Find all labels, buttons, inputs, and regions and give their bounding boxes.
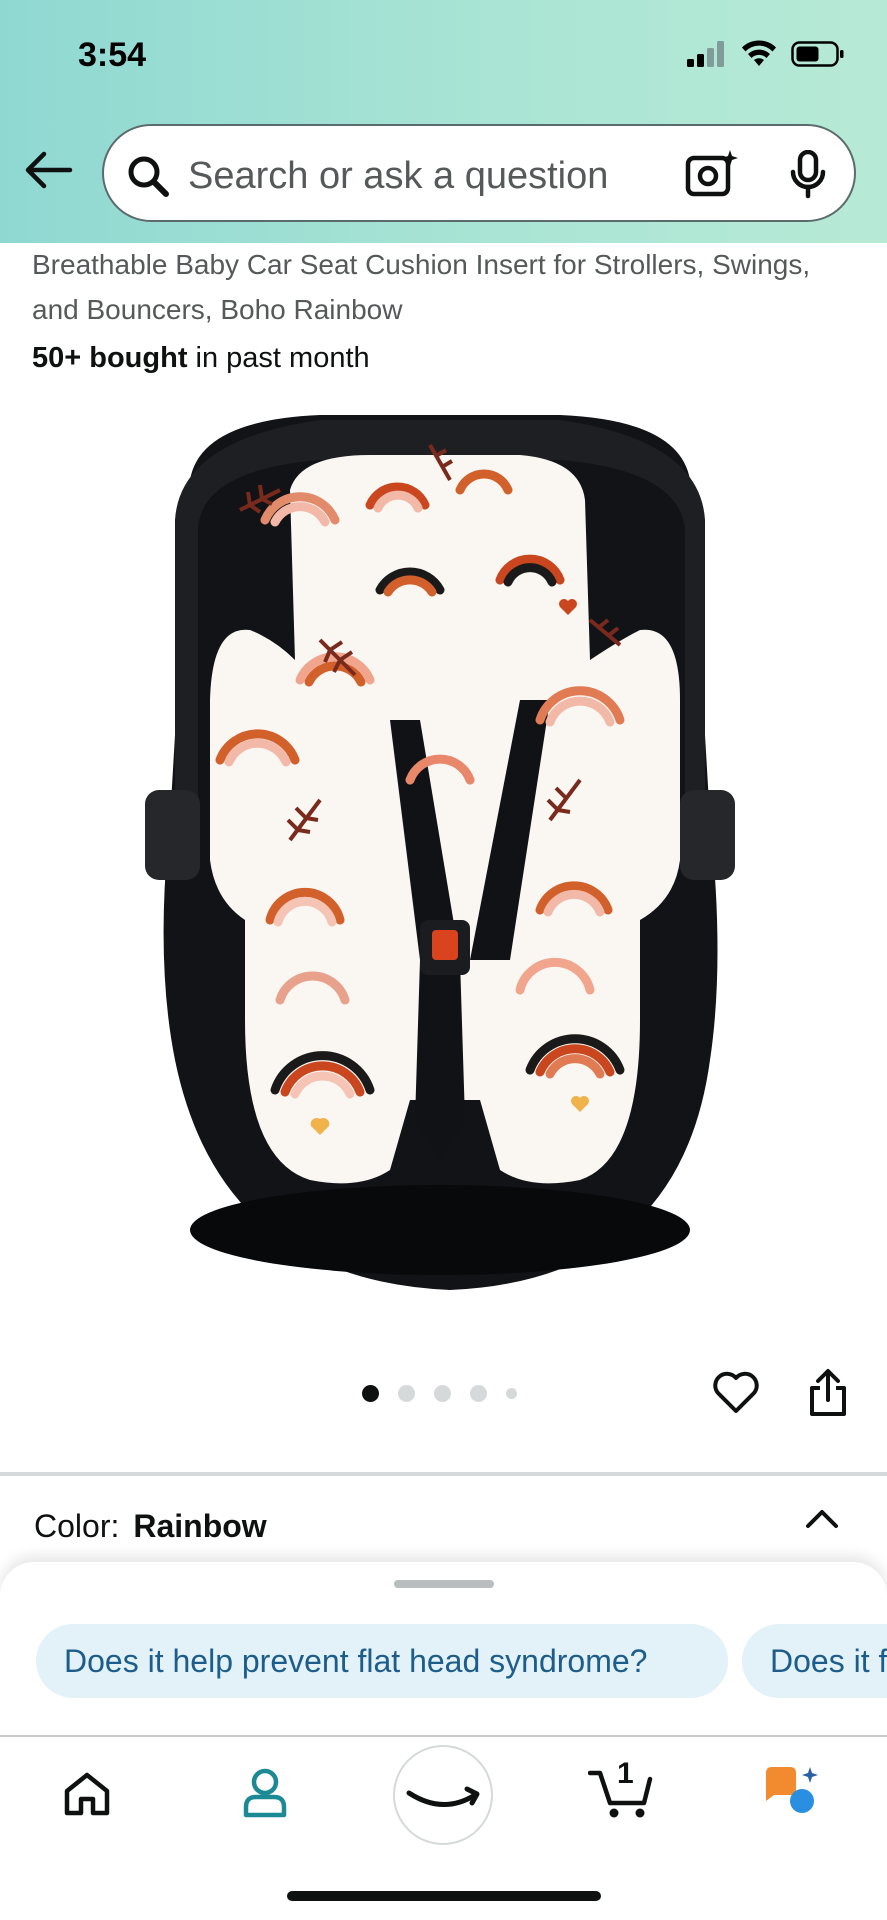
status-time: 3:54: [78, 36, 147, 74]
suggestion-chip[interactable]: Does it help prevent flat head syndrome?: [36, 1624, 728, 1698]
color-variant-row[interactable]: Color: Rainbow: [34, 1508, 267, 1545]
buckle: [432, 930, 458, 960]
handle-pivot-left: [145, 790, 200, 880]
product-title-line-2: and Bouncers, Boho Rainbow: [32, 294, 403, 325]
nav-home[interactable]: [62, 1771, 112, 1822]
nav-rufus[interactable]: [762, 1765, 822, 1822]
rufus-suggestions-sheet: Does it help prevent flat head syndrome?…: [0, 1562, 887, 1737]
image-carousel-dots: [362, 1385, 517, 1402]
bought-count: 50+ bought in past month: [32, 342, 370, 375]
search-bar[interactable]: Search or ask a question: [102, 124, 856, 222]
app-header: 3:54 Search or ask a question: [0, 0, 887, 243]
bought-count-rest: in past month: [195, 342, 370, 374]
home-indicator: [287, 1891, 601, 1901]
back-arrow-icon: [25, 151, 73, 189]
cart-count-badge: 1: [617, 1757, 634, 1790]
camera-icon[interactable]: [684, 148, 740, 200]
suggestion-chip[interactable]: Does it f: [742, 1624, 887, 1698]
nav-amazon-home[interactable]: [393, 1745, 493, 1845]
bought-count-bold: 50+ bought: [32, 342, 188, 374]
nav-account[interactable]: [242, 1767, 288, 1824]
handle-pivot-right: [680, 790, 735, 880]
color-value: Rainbow: [133, 1508, 267, 1544]
wifi-icon: [742, 40, 776, 66]
add-to-list-button[interactable]: [712, 1370, 760, 1419]
share-icon: [810, 1369, 846, 1416]
product-image[interactable]: [120, 400, 760, 1320]
account-icon: [243, 1768, 287, 1818]
search-icon: [128, 156, 169, 197]
section-divider: [0, 1472, 887, 1476]
carousel-dot-4[interactable]: [470, 1385, 487, 1402]
carousel-dot-1[interactable]: [362, 1385, 379, 1402]
home-icon: [64, 1772, 110, 1816]
amazon-smile-icon: [406, 1786, 480, 1807]
carousel-dot-5[interactable]: [506, 1388, 517, 1399]
carousel-dot-2[interactable]: [398, 1385, 415, 1402]
carousel-dot-3[interactable]: [434, 1385, 451, 1402]
back-button[interactable]: [22, 150, 78, 200]
mic-icon[interactable]: [788, 150, 828, 200]
color-label: Color:: [34, 1508, 120, 1544]
bottom-nav: 1: [0, 1737, 887, 1920]
product-title: Breathable Baby Car Seat Cushion Insert …: [32, 242, 872, 332]
cellular-signal-icon: [687, 41, 724, 67]
battery-icon: [791, 41, 844, 67]
share-button[interactable]: [806, 1368, 850, 1423]
heart-icon: [713, 1371, 759, 1413]
chevron-up-icon[interactable]: [804, 1506, 840, 1532]
status-icons: [687, 40, 845, 68]
rufus-icon: [766, 1767, 818, 1813]
sheet-grabber[interactable]: [394, 1580, 494, 1588]
product-title-line-1: Breathable Baby Car Seat Cushion Insert …: [32, 249, 811, 280]
search-input[interactable]: Search or ask a question: [188, 155, 608, 198]
